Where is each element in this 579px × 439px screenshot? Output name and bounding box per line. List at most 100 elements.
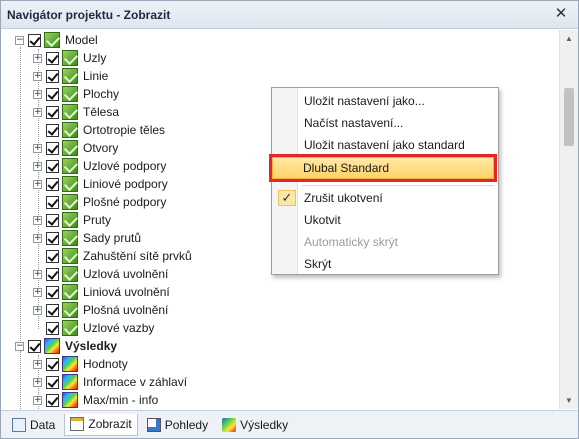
tree-node-uzlova-uvolneni[interactable]: + Uzlová uvolnění [33, 265, 168, 283]
checkbox[interactable] [46, 267, 59, 281]
tree-node-ortotropie[interactable]: Ortotropie těles [33, 121, 165, 139]
checkbox-results[interactable] [28, 339, 41, 353]
checkbox[interactable] [46, 195, 59, 209]
expand-icon[interactable]: + [33, 179, 42, 189]
window-title: Navigátor projektu - Zobrazit [7, 8, 171, 22]
expand-icon[interactable]: + [33, 233, 42, 243]
tree-node-zahusteni[interactable]: Zahuštění sítě prvků [33, 247, 192, 265]
checkbox[interactable] [46, 321, 59, 335]
checkbox[interactable] [46, 105, 59, 119]
tab-results[interactable]: Výsledky [217, 414, 293, 436]
checkbox[interactable] [46, 357, 59, 371]
checkbox[interactable] [46, 51, 59, 65]
checkbox[interactable] [46, 231, 59, 245]
tree-node-uzlove-podpory[interactable]: + Uzlové podpory [33, 157, 166, 175]
tree-node-label: Výsledky [65, 339, 118, 353]
checkbox[interactable] [46, 285, 59, 299]
menu-item-pin[interactable]: Ukotvit [274, 209, 496, 231]
tree-node-liniova-uvolneni[interactable]: + Liniová uvolnění [33, 283, 170, 301]
tab-display[interactable]: Zobrazit [64, 413, 138, 436]
model-icon [62, 122, 78, 138]
model-icon [62, 194, 78, 210]
checkbox[interactable] [46, 141, 59, 155]
context-menu: Uložit nastavení jako... Načíst nastaven… [269, 87, 499, 275]
model-icon [62, 266, 78, 282]
expand-icon[interactable]: + [33, 269, 42, 279]
tree-node-model[interactable]: − Model [15, 31, 98, 49]
tab-label: Data [30, 417, 56, 432]
expand-icon[interactable]: + [33, 53, 42, 63]
tree-node-hodnoty[interactable]: + Hodnoty [33, 355, 128, 373]
tree-node-label: Liniová uvolnění [83, 285, 170, 299]
menu-item-hide[interactable]: Skrýt [274, 253, 496, 275]
menu-item-save-default[interactable]: Uložit nastavení jako standard [274, 134, 496, 156]
tree-node-label: Informace v záhlaví [83, 375, 188, 389]
model-icon [62, 140, 78, 156]
tree-node-vysledky[interactable]: − Výsledky [15, 337, 117, 355]
scroll-thumb[interactable] [564, 88, 574, 146]
checkbox[interactable] [46, 375, 59, 389]
checkbox[interactable] [46, 87, 59, 101]
expand-icon[interactable]: + [33, 107, 42, 117]
model-icon [62, 230, 78, 246]
checkbox[interactable] [46, 249, 59, 263]
tree-node-label: Uzlová uvolnění [83, 267, 169, 281]
tree-node-label: Hodnoty [83, 357, 128, 371]
expand-icon[interactable]: + [33, 71, 42, 81]
tree-node-uzlove-vazby[interactable]: Uzlové vazby [33, 319, 154, 337]
checkbox[interactable] [46, 69, 59, 83]
collapse-icon[interactable]: − [15, 341, 24, 351]
vertical-scrollbar[interactable]: ▲ ▼ [559, 30, 578, 409]
tree-node-sady-prutu[interactable]: + Sady prutů [33, 229, 141, 247]
scroll-up-icon[interactable]: ▲ [560, 30, 578, 47]
tree-node-pruty[interactable]: + Pruty [33, 211, 111, 229]
menu-item-label: Zrušit ukotvení [304, 191, 383, 205]
expand-icon[interactable]: + [33, 359, 42, 369]
scroll-down-icon[interactable]: ▼ [560, 392, 578, 409]
tab-views[interactable]: Pohledy [142, 414, 213, 436]
tree-node-plosne-podpory[interactable]: Plošné podpory [33, 193, 166, 211]
expand-icon[interactable]: + [33, 305, 42, 315]
expand-icon[interactable]: + [33, 377, 42, 387]
tree-node-otvory[interactable]: + Otvory [33, 139, 118, 157]
collapse-icon[interactable]: − [15, 35, 24, 45]
tree-node-uzly[interactable]: + Uzly [33, 49, 106, 67]
checkbox-model[interactable] [28, 33, 41, 47]
menu-item-unpin[interactable]: ✓ Zrušit ukotvení [274, 187, 496, 209]
model-icon [62, 284, 78, 300]
expand-icon[interactable]: + [33, 161, 42, 171]
tree-node-label: Sady prutů [83, 231, 142, 245]
tree-node-plosna-uvolneni[interactable]: + Plošná uvolnění [33, 301, 168, 319]
close-icon[interactable]: ✕ [552, 5, 570, 23]
tree-guide-line [20, 351, 21, 409]
expand-icon[interactable]: + [33, 395, 42, 405]
menu-item-save-as[interactable]: Uložit nastavení jako... [274, 90, 496, 112]
checkbox[interactable] [46, 303, 59, 317]
checkbox[interactable] [46, 159, 59, 173]
tree-node-linie[interactable]: + Linie [33, 67, 108, 85]
menu-item-dlubal-standard[interactable]: Dlubal Standard [269, 154, 497, 182]
tab-data[interactable]: Data [7, 414, 60, 436]
checkbox[interactable] [46, 123, 59, 137]
expand-icon[interactable]: + [33, 215, 42, 225]
data-icon [12, 417, 26, 432]
model-icon [62, 50, 78, 66]
checkmark-icon: ✓ [278, 190, 296, 206]
tree-node-telesa[interactable]: + Tělesa [33, 103, 119, 121]
model-icon [62, 248, 78, 264]
checkbox[interactable] [46, 393, 59, 407]
tree-node-label: Zahuštění sítě prvků [83, 249, 192, 263]
expand-icon[interactable]: + [33, 89, 42, 99]
tree-node-informace[interactable]: + Informace v záhlaví [33, 373, 187, 391]
expand-icon[interactable]: + [33, 287, 42, 297]
menu-item-load[interactable]: Načíst nastavení... [274, 112, 496, 134]
tree-node-label: Tělesa [83, 105, 120, 119]
tree-node-label: Ortotropie těles [83, 123, 166, 137]
tree-node-plochy[interactable]: + Plochy [33, 85, 119, 103]
checkbox[interactable] [46, 213, 59, 227]
tree-node-label: Liniové podpory [83, 177, 168, 191]
expand-icon[interactable]: + [33, 143, 42, 153]
tree-node-liniove-podpory[interactable]: + Liniové podpory [33, 175, 168, 193]
checkbox[interactable] [46, 177, 59, 191]
tree-node-maxmin[interactable]: + Max/min - info [33, 391, 158, 409]
